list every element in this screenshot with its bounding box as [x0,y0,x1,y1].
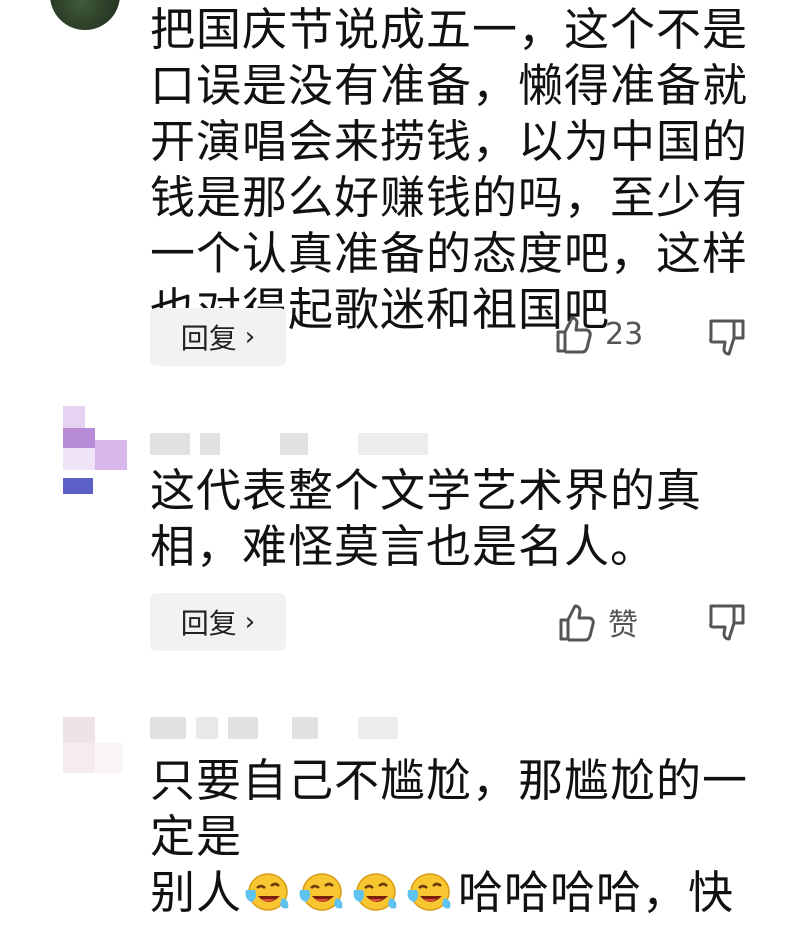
avatar-pixel [63,406,85,428]
username-blurred [150,433,428,455]
avatar-pixel [63,743,95,773]
like-label: 赞 [608,608,638,643]
comment-3: 只要自己不尴尬，那尴尬的一定是 别人 哈哈哈哈，快 [0,695,800,919]
avatar-pixel [95,440,127,470]
like-button[interactable]: 23 [555,314,643,354]
comment-text-line1: 只要自己不尴尬，那尴尬的一定是 [150,754,749,863]
username-blurred [150,717,398,739]
laughing-crying-emoji-icon [350,868,398,914]
avatar[interactable] [35,707,130,802]
dislike-button[interactable] [708,603,746,643]
laughing-crying-emoji-icon [242,868,290,914]
thumbs-up-icon [558,602,596,642]
thumbs-up-icon [555,314,593,354]
thumbs-down-icon [708,318,746,358]
emoji-group [242,866,458,919]
avatar[interactable] [35,400,130,495]
thumbs-down-icon [708,603,746,643]
reply-button[interactable]: 回复 › [150,308,286,366]
chevron-right-icon: › [244,322,256,352]
laughing-crying-emoji-icon [296,868,344,914]
dislike-button[interactable] [708,318,746,358]
chevron-right-icon: › [244,607,256,637]
reply-label: 回复 [180,607,237,640]
avatar-pixel [63,478,93,494]
avatar-pixel [63,428,95,448]
comment-text: 这代表整个文学艺术界的真相，难怪莫言也是名人。 [150,464,703,573]
like-button[interactable]: 赞 [558,600,638,644]
comment-1: 把国庆节说成五一，这个不是口误是没有准备，懒得准备就开演唱会来捞钱，以为中国的钱… [0,0,800,395]
like-count: 23 [605,316,644,352]
comment-text-prefix: 别人 [150,866,243,919]
avatar-pixel [95,743,123,773]
reply-label: 回复 [180,322,237,355]
comment-text: 只要自己不尴尬，那尴尬的一定是 别人 哈哈哈哈，快 [150,753,760,921]
avatar-pixel [63,717,95,743]
avatar[interactable] [50,0,120,30]
reply-button[interactable]: 回复 › [150,593,286,651]
comment-text-suffix: 哈哈哈哈，快 [458,866,735,919]
avatar-pixel [63,448,95,470]
comment-2: 这代表整个文学艺术界的真相，难怪莫言也是名人。 回复 › 赞 [0,395,800,695]
laughing-crying-emoji-icon [404,868,452,914]
comment-text: 把国庆节说成五一，这个不是口误是没有准备，懒得准备就开演唱会来捞钱，以为中国的钱… [150,3,749,336]
